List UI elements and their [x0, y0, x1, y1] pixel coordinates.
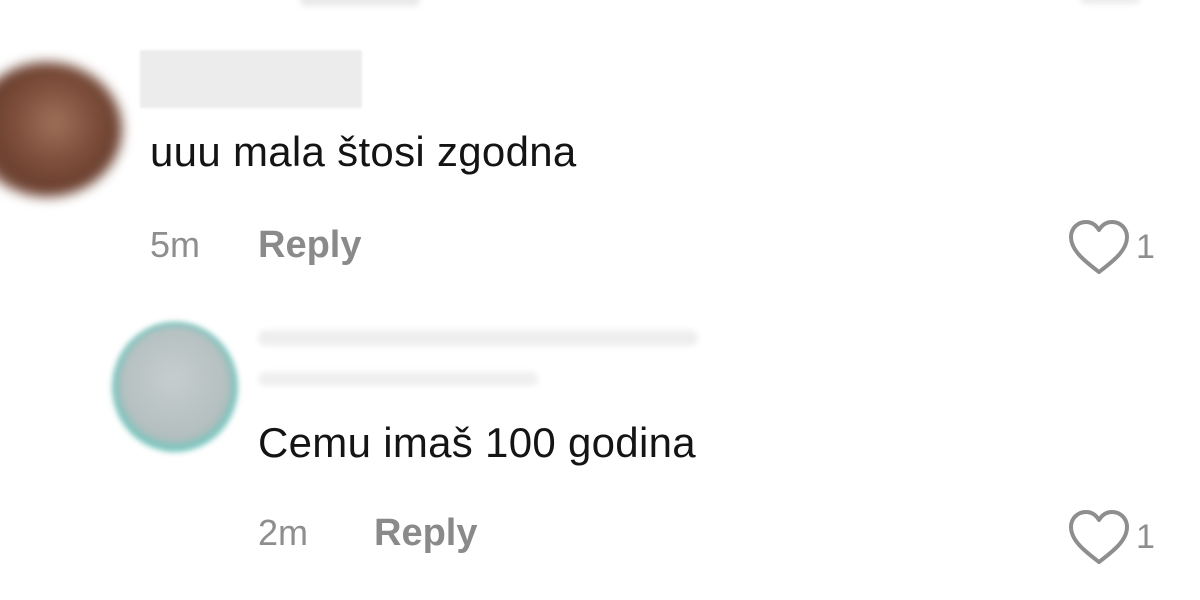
top-edge-artifact — [300, 0, 420, 6]
comments-screenshot: uuu mala štosi zgodna 5m Reply 1 Cemu im… — [0, 0, 1200, 600]
comment-meta: 5m Reply — [150, 224, 362, 267]
comment-text: uuu mala štosi zgodna — [150, 128, 577, 175]
heart-outline-icon[interactable] — [1066, 508, 1132, 566]
top-edge-artifact — [1080, 0, 1140, 4]
avatar[interactable] — [0, 62, 122, 197]
username-redacted — [258, 372, 538, 386]
comment-meta: 2m Reply — [258, 512, 478, 555]
like-button[interactable]: 1 — [1066, 508, 1155, 566]
like-count: 1 — [1136, 517, 1155, 556]
avatar-image — [120, 326, 230, 442]
like-button[interactable]: 1 — [1066, 218, 1155, 276]
comment-time: 2m — [258, 512, 309, 553]
username-redacted[interactable] — [258, 330, 698, 346]
comment-time: 5m — [150, 224, 201, 265]
like-count: 1 — [1136, 227, 1155, 266]
username-redacted[interactable] — [140, 50, 362, 108]
heart-outline-icon[interactable] — [1066, 218, 1132, 276]
comment-text: Cemu imaš 100 godina — [258, 419, 696, 466]
reply-button[interactable]: Reply — [374, 512, 477, 555]
reply-button[interactable]: Reply — [258, 224, 361, 267]
